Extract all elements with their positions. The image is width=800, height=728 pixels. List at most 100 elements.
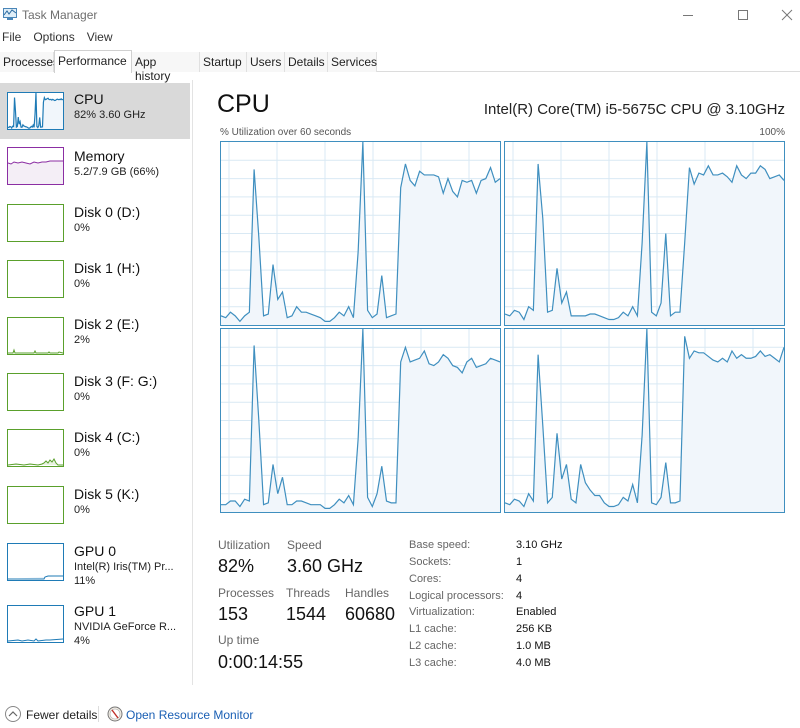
title-bar: Task Manager [0, 0, 800, 30]
uptime-label: Up time [218, 633, 260, 647]
core-1-graph [504, 141, 785, 326]
spec-label: Base speed: [409, 539, 471, 551]
spec-label: Cores: [409, 573, 442, 585]
menu-bar: File Options View [0, 30, 121, 48]
sidebar: CPU 82% 3.60 GHz Memory 5.2/7.9 GB (66%)… [0, 80, 193, 685]
cpu-thumbnail-graph [7, 92, 64, 130]
handles-label: Handles [345, 586, 390, 600]
maximize-button[interactable] [720, 0, 766, 30]
sidebar-item-label: Disk 3 (F: G:) [74, 373, 158, 389]
tab-bar: Processes Performance App history Startu… [0, 50, 800, 83]
spec-label: Virtualization: [409, 606, 475, 618]
tab-processes[interactable]: Processes [0, 52, 59, 72]
handles-value: 60680 [345, 604, 396, 624]
disk-thumbnail-graph [7, 486, 64, 524]
spec-value: 4.0 MB [516, 657, 551, 669]
tab-users[interactable]: Users [247, 52, 285, 72]
sidebar-item-label: GPU 0 [74, 543, 117, 559]
sidebar-item-label: Disk 5 (K:) [74, 486, 140, 502]
disk-thumbnail-graph [7, 260, 64, 298]
footer-divider [98, 706, 99, 722]
utilization-label: Utilization [218, 538, 271, 552]
tab-services[interactable]: Services [328, 52, 377, 72]
sidebar-item-value: 4% [74, 635, 90, 647]
utilization-value: 82% [218, 556, 255, 576]
uptime-value: 0:00:14:55 [218, 652, 304, 672]
core-3-graph [504, 328, 785, 513]
sidebar-item-value: 0% [74, 447, 90, 459]
tab-app-history[interactable]: App history [132, 52, 200, 83]
sidebar-item-value: 5.2/7.9 GB (66%) [74, 166, 159, 178]
menu-options[interactable]: Options [33, 30, 82, 48]
core-0-graph [220, 141, 501, 326]
sidebar-item-label: Disk 4 (C:) [74, 429, 141, 445]
processes-label: Processes [218, 586, 275, 600]
threads-value: 1544 [286, 604, 327, 624]
cpu-model-name: Intel(R) Core(TM) i5-5675C CPU @ 3.10GHz [483, 101, 785, 118]
spec-value: 256 KB [516, 623, 553, 635]
close-button[interactable] [764, 0, 800, 30]
tab-details[interactable]: Details [285, 52, 328, 72]
fewer-details-label: Fewer details [26, 708, 98, 722]
disk-thumbnail-graph [7, 317, 64, 355]
sidebar-item-gpu-0[interactable]: GPU 0 Intel(R) Iris(TM) Pr... 11% [0, 537, 190, 597]
spec-label: Sockets: [409, 556, 452, 568]
speed-label: Speed [287, 538, 322, 552]
sidebar-item-cpu[interactable]: CPU 82% 3.60 GHz [0, 83, 190, 139]
sidebar-item-value: 0% [74, 278, 90, 290]
disk-thumbnail-graph [7, 373, 64, 411]
sidebar-item-value: NVIDIA GeForce R... [74, 621, 177, 633]
spec-value: 3.10 GHz [516, 539, 563, 551]
footer: Fewer details Open Resource Monitor [0, 700, 800, 728]
memory-thumbnail-graph [7, 147, 64, 185]
sidebar-item-memory[interactable]: Memory 5.2/7.9 GB (66%) [0, 141, 190, 197]
graph-max-label: 100% [759, 127, 785, 138]
sidebar-item-value: 2% [74, 334, 90, 346]
spec-label: L1 cache: [409, 623, 457, 635]
spec-value: 1 [516, 556, 523, 568]
tab-performance[interactable]: Performance [54, 50, 132, 73]
sidebar-item-disk-5[interactable]: Disk 5 (K:) 0% [0, 480, 190, 536]
minimize-icon [683, 15, 693, 16]
speed-value: 3.60 GHz [287, 556, 364, 576]
disk-thumbnail-graph [7, 429, 64, 467]
spec-value: 4 [516, 590, 523, 602]
sidebar-item-value: 0% [74, 391, 90, 403]
sidebar-item-disk-4[interactable]: Disk 4 (C:) 0% [0, 423, 190, 479]
spec-value: 4 [516, 573, 523, 585]
sidebar-item-disk-1[interactable]: Disk 1 (H:) 0% [0, 254, 190, 310]
task-manager-icon [3, 8, 17, 20]
minimize-button[interactable] [665, 0, 711, 30]
sidebar-item-label: Memory [74, 148, 125, 164]
sidebar-item-label: Disk 2 (E:) [74, 316, 140, 332]
disk-thumbnail-graph [7, 204, 64, 242]
tab-startup[interactable]: Startup [200, 52, 247, 72]
spec-label: L2 cache: [409, 640, 457, 652]
window-title: Task Manager [22, 8, 98, 22]
spec-value: 1.0 MB [516, 640, 551, 652]
spec-value: Enabled [516, 606, 557, 618]
spec-label: Logical processors: [409, 590, 504, 602]
sidebar-item-value: 82% 3.60 GHz [74, 109, 146, 121]
close-icon [781, 9, 793, 21]
sidebar-item-gpu-1[interactable]: GPU 1 NVIDIA GeForce R... 4% [0, 599, 190, 659]
sidebar-item-label: CPU [74, 91, 104, 107]
gpu-thumbnail-graph [7, 543, 64, 581]
maximize-icon [738, 10, 748, 20]
sidebar-item-disk-2[interactable]: Disk 2 (E:) 2% [0, 310, 190, 366]
sidebar-item-label: Disk 0 (D:) [74, 204, 141, 220]
page-title: CPU [217, 90, 270, 118]
core-2-graph [220, 328, 501, 513]
menu-file[interactable]: File [2, 30, 29, 48]
spec-label: L3 cache: [409, 657, 457, 669]
sidebar-item-value: 0% [74, 222, 90, 234]
resource-monitor-icon [107, 706, 123, 722]
menu-view[interactable]: View [87, 30, 121, 48]
sidebar-item-disk-0[interactable]: Disk 0 (D:) 0% [0, 198, 190, 254]
open-resource-monitor-link[interactable]: Open Resource Monitor [126, 708, 253, 722]
sidebar-item-disk-3[interactable]: Disk 3 (F: G:) 0% [0, 367, 190, 423]
sidebar-item-value: 11% [74, 575, 96, 587]
sidebar-item-value: 0% [74, 504, 90, 516]
sidebar-item-label: GPU 1 [74, 603, 117, 619]
sidebar-item-value: Intel(R) Iris(TM) Pr... [74, 561, 174, 573]
